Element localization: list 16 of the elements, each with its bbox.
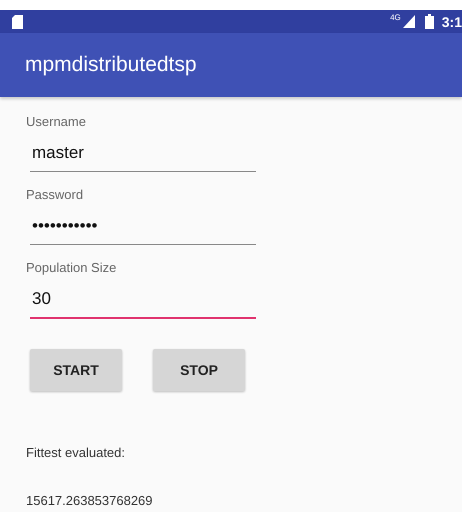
field-label: Password	[26, 186, 84, 204]
clock-time: 3:1	[442, 14, 462, 30]
field-label: Population Size	[26, 259, 116, 277]
input-field[interactable]: 30	[30, 283, 256, 319]
network-type-label: 4G	[390, 13, 401, 22]
action-button[interactable]: START	[30, 349, 122, 391]
result-label: Fittest evaluated:	[26, 445, 125, 460]
input-field[interactable]: master	[30, 137, 256, 172]
app-title: mpmdistributedtsp	[25, 53, 197, 77]
result-value: 15617.263853768269	[26, 493, 153, 508]
input-field[interactable]: •••••••••••	[30, 210, 256, 245]
battery-icon	[424, 14, 434, 29]
field-label: Username	[26, 113, 86, 131]
sd-card-icon	[12, 14, 23, 28]
signal-icon	[402, 15, 415, 28]
action-button[interactable]: STOP	[153, 349, 245, 391]
